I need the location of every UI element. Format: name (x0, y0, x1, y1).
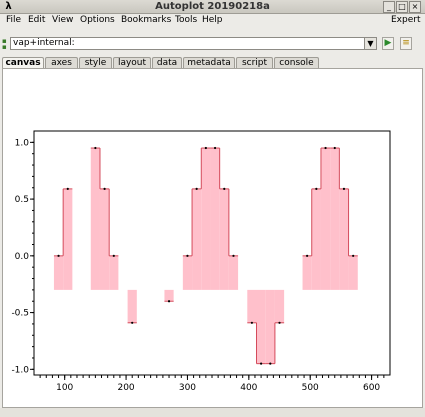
data-point (103, 187, 106, 190)
data-point (66, 187, 69, 190)
menu-view[interactable]: View (52, 14, 73, 27)
data-point (195, 187, 198, 190)
y-tick-label: 1.0 (15, 138, 30, 148)
menu-tools[interactable]: Tools (175, 14, 197, 27)
data-point (186, 254, 189, 257)
status-bar (0, 408, 425, 417)
data-point (269, 362, 272, 365)
x-tick-label: 200 (117, 383, 134, 393)
data-point (57, 254, 60, 257)
fill-bar (63, 188, 73, 290)
fill-bar (53, 255, 64, 290)
go-button[interactable]: ▶ (382, 37, 394, 50)
data-point (223, 187, 226, 190)
data-point (260, 362, 263, 365)
data-point (333, 146, 336, 150)
data-point (278, 321, 281, 324)
plot-svg: 1.0 0.5 0.0 -0.5 -1.0 100 200 300 400 500 600 (11, 130, 391, 393)
fill-bar (311, 188, 321, 290)
fill-bar (247, 289, 257, 323)
fill-bar (182, 255, 193, 290)
menu-expert[interactable]: Expert (391, 14, 421, 27)
menu-bar: File Edit View Options Bookmarks Tools H… (0, 14, 425, 27)
data-point (352, 254, 355, 257)
data-point (94, 146, 97, 150)
menu-options[interactable]: Options (80, 14, 115, 27)
data-point (232, 254, 235, 257)
minimize-button[interactable]: _ (383, 1, 395, 13)
bookmark-button[interactable]: ≡ (400, 37, 412, 50)
maximize-button[interactable]: □ (396, 1, 408, 13)
data-set-selector-input[interactable]: vap+internal: (10, 37, 376, 50)
tab-layout[interactable]: layout (113, 57, 151, 68)
fill-bar (219, 188, 229, 290)
fill-bar (228, 255, 239, 290)
data-point (131, 321, 134, 324)
tab-script[interactable]: script (236, 57, 273, 68)
data-point (342, 187, 346, 190)
tab-data[interactable]: data (152, 57, 182, 68)
data-point (306, 254, 309, 257)
tab-axes[interactable]: axes (45, 57, 78, 68)
data-point (315, 187, 318, 190)
y-tick-label: 0.0 (15, 252, 30, 262)
fill-bar (348, 255, 358, 290)
y-tick-label: -1.0 (11, 365, 29, 375)
x-tick-label: 600 (363, 383, 380, 393)
data-point (250, 321, 253, 324)
x-tick-label: 300 (179, 383, 196, 393)
data-point (204, 146, 207, 150)
fill-bar (164, 289, 174, 302)
fill-bar (99, 188, 110, 290)
fill-bar (201, 148, 211, 290)
y-tick-label: -0.5 (11, 309, 29, 319)
fill-bar (109, 255, 119, 290)
fill-bar (127, 289, 137, 323)
fill-bar (330, 148, 340, 290)
y-tick-label: 0.5 (15, 195, 29, 205)
close-button[interactable]: × (409, 1, 421, 13)
fill-bar (339, 188, 349, 290)
fill-bar (90, 148, 100, 290)
data-series (53, 146, 358, 365)
menu-help[interactable]: Help (202, 14, 223, 27)
x-tick-label: 400 (240, 383, 257, 393)
history-dropdown-button[interactable]: ▼ (364, 37, 377, 50)
fill-bar (192, 188, 202, 290)
window-title: Autoplot 20190218a (155, 1, 270, 12)
fill-bar (265, 289, 275, 364)
data-point (213, 146, 217, 150)
tab-console[interactable]: console (274, 57, 319, 68)
data-point (324, 146, 327, 150)
menu-file[interactable]: File (6, 14, 21, 27)
plot-canvas[interactable]: 1.0 0.5 0.0 -0.5 -1.0 100 200 300 400 500 600 (2, 68, 423, 408)
data-point (112, 254, 115, 257)
menu-edit[interactable]: Edit (28, 14, 45, 27)
data-point (167, 300, 171, 303)
fill-bar (256, 289, 266, 364)
x-tick-label: 100 (56, 383, 73, 393)
menu-bookmarks[interactable]: Bookmarks (121, 14, 171, 27)
x-tick-label: 500 (302, 383, 319, 393)
data-source-icon: ▪ ▪ (2, 37, 7, 51)
title-bar: λ Autoplot 20190218a _ □ × (0, 0, 425, 14)
fill-bar (320, 148, 331, 290)
tab-metadata[interactable]: metadata (183, 57, 235, 68)
tab-style[interactable]: style (79, 57, 112, 68)
fill-bar (302, 255, 312, 290)
fill-bar (274, 289, 285, 323)
fill-bar (210, 148, 220, 290)
